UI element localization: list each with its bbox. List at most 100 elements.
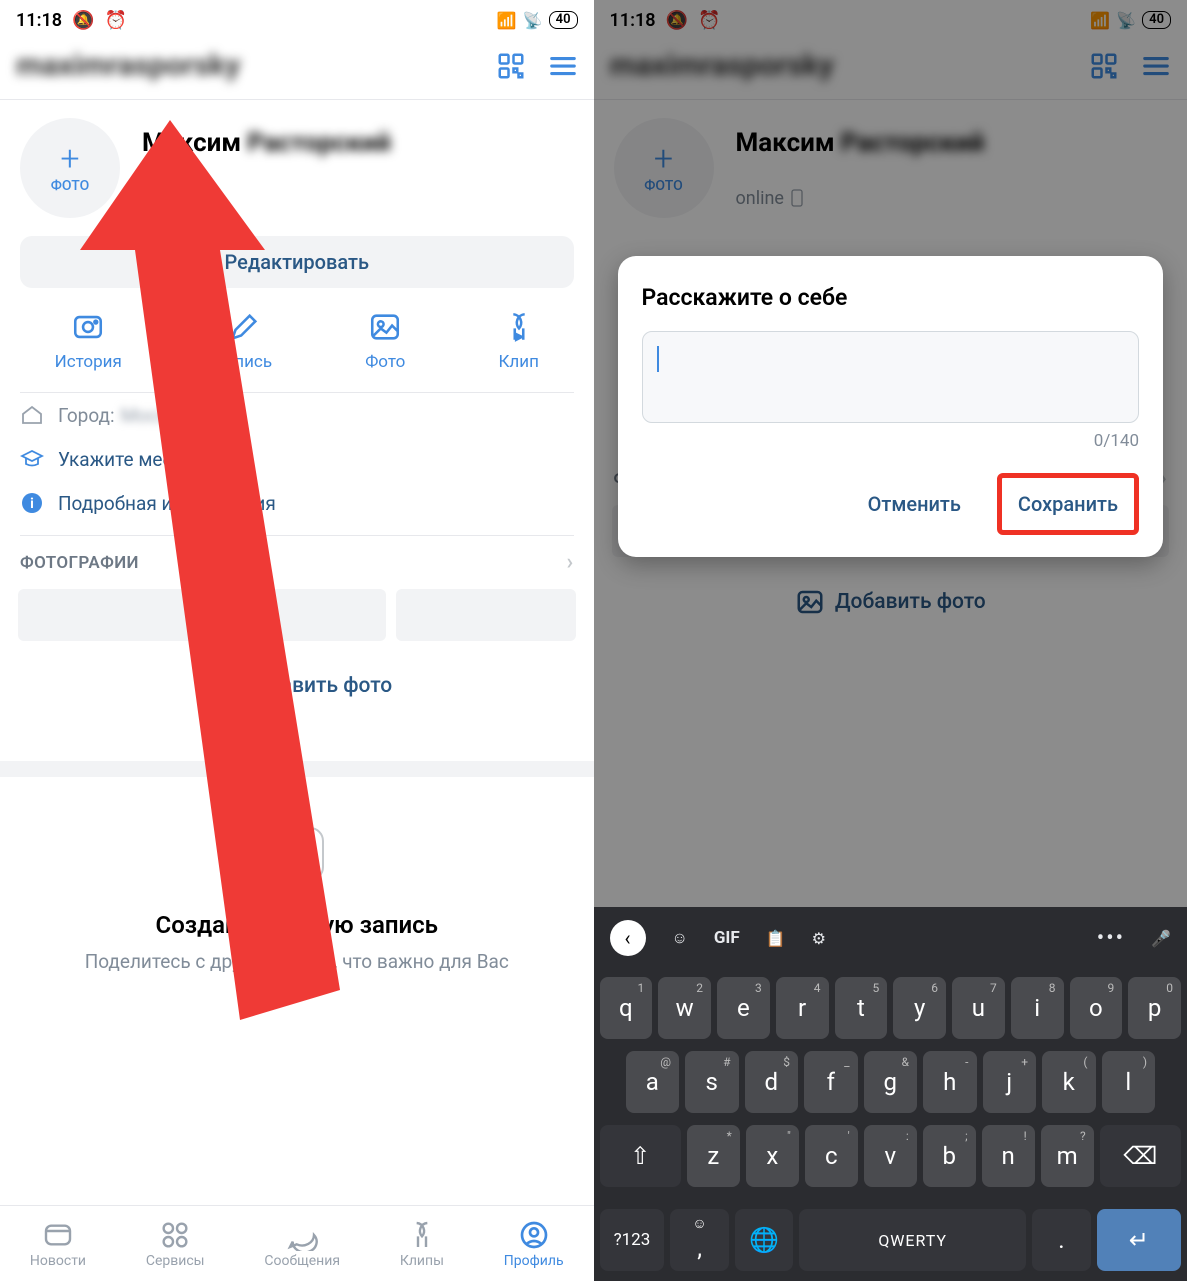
- tab-clips[interactable]: Клипы: [400, 1219, 444, 1269]
- key-w[interactable]: w2: [658, 977, 711, 1039]
- backspace-key[interactable]: ⌫: [1100, 1125, 1181, 1187]
- add-photo-avatar[interactable]: + ФОТО: [20, 118, 120, 218]
- clock: 11:18: [610, 10, 656, 31]
- dialog-title: Расскажите о себе: [642, 284, 1140, 311]
- tab-services[interactable]: Сервисы: [146, 1219, 205, 1269]
- profile-row: + ФОТО МаксимРасторский online: [0, 100, 594, 232]
- key-n[interactable]: n!: [982, 1125, 1035, 1187]
- signal-icon: 📶: [1090, 11, 1110, 30]
- bottom-tabbar: Новости Сервисы Сообщения Клипы Профиль: [0, 1205, 594, 1281]
- profile-name: МаксимРасторский: [142, 128, 391, 158]
- more-icon[interactable]: •••: [1097, 926, 1125, 951]
- clock: 11:18: [16, 10, 62, 31]
- chevron-right-icon: ›: [566, 550, 573, 575]
- key-b[interactable]: b;: [923, 1125, 976, 1187]
- add-photo-button[interactable]: Добавить фото: [594, 557, 1187, 677]
- key-i[interactable]: i8: [1011, 977, 1064, 1039]
- photos-section-header[interactable]: ФОТОГРАФИИ ›: [0, 536, 594, 589]
- key-h[interactable]: h-: [923, 1051, 977, 1113]
- wifi-icon: 📡: [523, 11, 543, 30]
- signal-icon: 📶: [497, 11, 517, 30]
- key-x[interactable]: x": [746, 1125, 799, 1187]
- space-key[interactable]: QWERTY: [799, 1209, 1026, 1271]
- key-s[interactable]: s#: [685, 1051, 739, 1113]
- key-a[interactable]: a@: [626, 1051, 680, 1113]
- key-j[interactable]: j+: [983, 1051, 1037, 1113]
- symbols-key[interactable]: ?123: [600, 1209, 665, 1271]
- pencil-icon: ✎: [270, 827, 324, 881]
- enter-key[interactable]: ↵: [1097, 1209, 1181, 1271]
- char-counter: 0/140: [642, 431, 1140, 451]
- action-clip[interactable]: Клип: [499, 310, 539, 372]
- mute-icon: 🔕: [666, 10, 688, 31]
- study-row[interactable]: Укажите место учёбы: [0, 437, 594, 481]
- status-bar: 11:18 🔕 ⏰ 📶 📡 40: [594, 0, 1187, 40]
- key-c[interactable]: c': [805, 1125, 858, 1187]
- tab-messages[interactable]: Сообщения: [264, 1219, 340, 1269]
- right-screen: 11:18 🔕 ⏰ 📶 📡 40 maximrasporsky + ФОТО М…: [594, 0, 1187, 1281]
- key-o[interactable]: o9: [1070, 977, 1123, 1039]
- mute-icon: 🔕: [72, 10, 94, 31]
- plus-icon: +: [60, 142, 79, 176]
- battery-level: 40: [1142, 11, 1171, 29]
- create-post-prompt: ✎ Создайте первую запись Поделитесь с др…: [0, 777, 594, 996]
- globe-key[interactable]: 🌐: [735, 1209, 793, 1271]
- profile-header: maximrasporsky: [594, 40, 1187, 99]
- key-v[interactable]: v:: [864, 1125, 917, 1187]
- tab-profile[interactable]: Профиль: [504, 1219, 564, 1269]
- key-g[interactable]: g&: [864, 1051, 918, 1113]
- alarm-icon: ⏰: [698, 10, 720, 31]
- period-key[interactable]: .: [1032, 1209, 1090, 1271]
- sticker-icon[interactable]: ☺: [672, 928, 688, 948]
- svg-text:i: i: [30, 496, 34, 512]
- alarm-icon: ⏰: [104, 10, 126, 31]
- details-row[interactable]: i Подробная информация: [0, 481, 594, 525]
- wifi-icon: 📡: [1116, 11, 1136, 30]
- status-bar: 11:18 🔕 ⏰ 📶 📡 40: [0, 0, 594, 40]
- add-photo-avatar[interactable]: + ФОТО: [614, 118, 714, 218]
- city-row[interactable]: Город: Москва: [0, 393, 594, 437]
- online-status: online: [142, 188, 391, 209]
- qr-icon[interactable]: [496, 51, 526, 81]
- action-photo[interactable]: Фото: [365, 310, 405, 372]
- username-blurred: maximrasporsky: [16, 48, 241, 83]
- hamburger-icon[interactable]: [548, 51, 578, 81]
- save-button[interactable]: Сохранить: [997, 473, 1139, 535]
- qr-icon[interactable]: [1089, 51, 1119, 81]
- edit-button[interactable]: Редактировать: [20, 236, 574, 288]
- photo-placeholders: [0, 589, 594, 641]
- soft-keyboard: ‹ ☺ GIF 📋 ⚙ ••• 🎤 q1w2e3r4t5y6u7i8o9p0 a…: [594, 907, 1187, 1281]
- key-z[interactable]: z*: [687, 1125, 740, 1187]
- action-story[interactable]: История: [55, 310, 122, 372]
- add-photo-button[interactable]: Добавить фото: [0, 641, 594, 761]
- key-k[interactable]: k(: [1042, 1051, 1096, 1113]
- quick-actions: История Запись Фото Клип: [0, 306, 594, 392]
- settings-icon[interactable]: ⚙: [812, 929, 826, 948]
- cancel-button[interactable]: Отменить: [856, 484, 973, 524]
- about-dialog: Расскажите о себе 0/140 Отменить Сохрани…: [618, 256, 1164, 557]
- gif-button[interactable]: GIF: [714, 928, 740, 948]
- key-e[interactable]: e3: [717, 977, 770, 1039]
- key-u[interactable]: u7: [952, 977, 1005, 1039]
- shift-key[interactable]: ⇧: [600, 1125, 681, 1187]
- mic-icon[interactable]: 🎤: [1151, 929, 1171, 948]
- hamburger-icon[interactable]: [1141, 51, 1171, 81]
- key-y[interactable]: y6: [893, 977, 946, 1039]
- clipboard-icon[interactable]: 📋: [766, 929, 786, 948]
- about-textarea[interactable]: [642, 331, 1140, 423]
- comma-key[interactable]: ☺ ,: [670, 1209, 728, 1271]
- tab-news[interactable]: Новости: [30, 1219, 86, 1269]
- action-post[interactable]: Запись: [215, 310, 272, 372]
- kb-collapse-icon[interactable]: ‹: [610, 920, 646, 956]
- key-p[interactable]: p0: [1128, 977, 1181, 1039]
- key-m[interactable]: m?: [1041, 1125, 1094, 1187]
- left-screen: 11:18 🔕 ⏰ 📶 📡 40 maximrasporsky + ФОТО: [0, 0, 594, 1281]
- key-q[interactable]: q1: [600, 977, 653, 1039]
- key-r[interactable]: r4: [776, 977, 829, 1039]
- key-t[interactable]: t5: [835, 977, 888, 1039]
- key-l[interactable]: l): [1102, 1051, 1156, 1113]
- key-f[interactable]: f_: [804, 1051, 858, 1113]
- profile-header: maximrasporsky: [0, 40, 594, 99]
- key-d[interactable]: d$: [745, 1051, 799, 1113]
- battery-level: 40: [549, 11, 578, 29]
